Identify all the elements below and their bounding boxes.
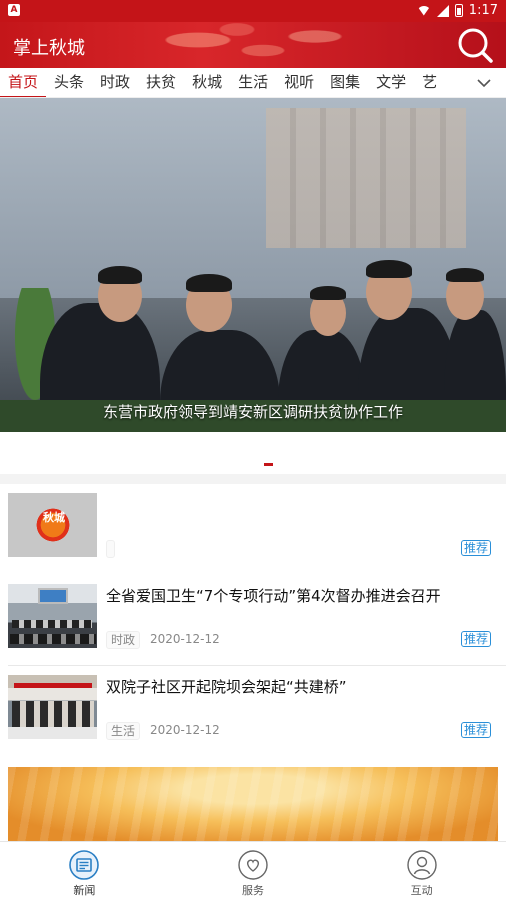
news-thumbnail bbox=[8, 675, 97, 739]
news-thumbnail bbox=[8, 584, 97, 648]
nav-label: 服务 bbox=[242, 884, 264, 897]
news-headline: 全省爱国卫生“7个专项行动”第4次督办推进会召开 bbox=[106, 587, 441, 605]
news-category: 生活 bbox=[106, 722, 141, 740]
carousel-indicator-row bbox=[0, 432, 506, 474]
background-building bbox=[266, 108, 466, 248]
tab-channel[interactable]: 头条 bbox=[46, 68, 92, 97]
app-header: 掌上秋城 bbox=[0, 22, 506, 68]
app-title: 掌上秋城 bbox=[13, 38, 85, 59]
section-separator bbox=[0, 474, 506, 484]
list-item[interactable]: 秋城 推荐 bbox=[0, 484, 506, 575]
recommend-badge: 推荐 bbox=[460, 540, 491, 556]
news-icon bbox=[69, 850, 100, 880]
news-date: 2020-12-12 bbox=[150, 723, 220, 737]
nav-service[interactable]: 服务 bbox=[169, 842, 338, 900]
nav-interact[interactable]: 互动 bbox=[337, 842, 506, 900]
tab-channel[interactable]: 图集 bbox=[322, 68, 368, 97]
user-icon bbox=[406, 850, 437, 880]
chevron-down-icon bbox=[477, 79, 491, 88]
battery-icon bbox=[454, 4, 463, 17]
search-icon[interactable] bbox=[456, 26, 494, 64]
tab-channel[interactable]: 文学 bbox=[368, 68, 414, 97]
list-item[interactable]: 双院子社区开起院坝会架起“共建桥” 生活 2020-12-12 推荐 bbox=[0, 666, 506, 757]
news-headline: 双院子社区开起院坝会架起“共建桥” bbox=[106, 678, 347, 696]
nav-label: 互动 bbox=[410, 884, 433, 897]
nav-news[interactable]: 新闻 bbox=[0, 842, 169, 900]
banner-carousel[interactable]: 东营市政府领导到靖安新区调研扶贫协作工作 bbox=[0, 98, 506, 432]
nav-label: 新闻 bbox=[73, 884, 96, 897]
banner-caption: 东营市政府领导到靖安新区调研扶贫协作工作 bbox=[102, 403, 403, 421]
recommend-badge: 推荐 bbox=[460, 631, 491, 647]
tab-channel[interactable]: 艺 bbox=[414, 68, 445, 97]
tab-channel[interactable]: 生活 bbox=[230, 68, 276, 97]
more-channels-button[interactable] bbox=[462, 68, 506, 97]
notification-icon: A bbox=[8, 4, 20, 16]
news-date: 2020-12-12 bbox=[150, 632, 220, 646]
news-category: 时政 bbox=[106, 631, 141, 649]
channel-tabs: 首页 头条 时政 扶贫 秋城 生活 视听 图集 文学艺 bbox=[0, 68, 445, 97]
signal-icon bbox=[436, 4, 449, 17]
list-item[interactable]: 全省爱国卫生“7个专项行动”第4次督办推进会召开 时政 2020-12-12 推… bbox=[0, 575, 506, 666]
status-time: 1:17 bbox=[468, 3, 498, 18]
news-thumbnail: 秋城 bbox=[8, 493, 97, 557]
status-icons: 1:17 bbox=[416, 3, 498, 18]
carousel-indicator[interactable] bbox=[264, 463, 273, 466]
tab-channel[interactable]: 秋城 bbox=[184, 68, 230, 97]
tab-channel[interactable]: 视听 bbox=[276, 68, 322, 97]
channel-bar: 首页 头条 时政 扶贫 秋城 生活 视听 图集 文学艺 bbox=[0, 68, 506, 98]
tab-channel[interactable]: 时政 bbox=[92, 68, 138, 97]
header-decoration bbox=[120, 22, 380, 68]
heart-icon bbox=[238, 850, 268, 880]
recommend-badge: 推荐 bbox=[460, 722, 491, 738]
status-bar: A 1:17 bbox=[0, 0, 506, 22]
news-category bbox=[106, 540, 115, 558]
wifi-icon bbox=[416, 5, 431, 16]
tab-channel[interactable]: 扶贫 bbox=[138, 68, 184, 97]
bottom-nav: 新闻 服务 互动 bbox=[0, 841, 506, 900]
tab-channel[interactable]: 首页 bbox=[0, 68, 47, 97]
promo-banner[interactable] bbox=[8, 767, 498, 841]
